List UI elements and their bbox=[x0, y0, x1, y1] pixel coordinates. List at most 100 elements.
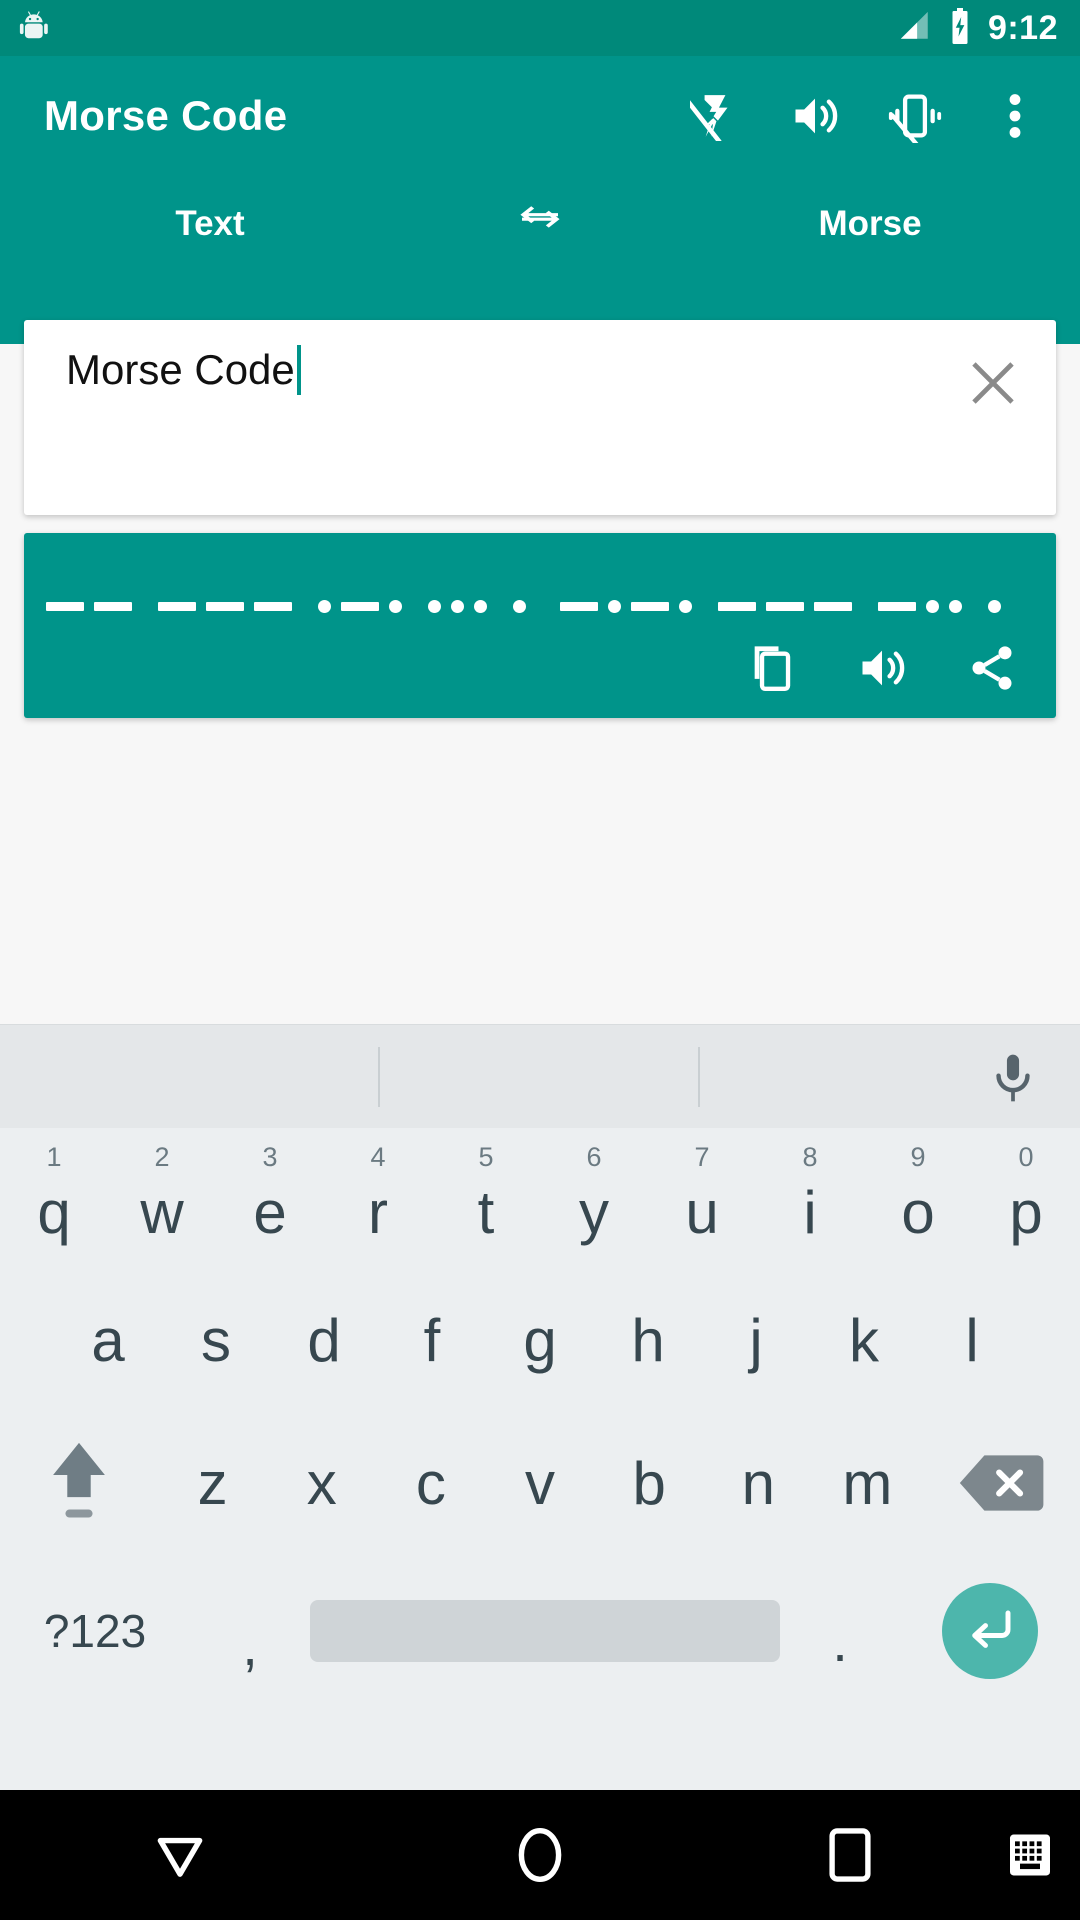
recents-square-icon[interactable] bbox=[720, 1824, 980, 1886]
morse-letter bbox=[513, 599, 526, 613]
key-m[interactable]: m bbox=[813, 1408, 922, 1558]
key-label: u bbox=[685, 1178, 719, 1246]
key-enter[interactable] bbox=[900, 1558, 1080, 1704]
key-e[interactable]: 3e bbox=[216, 1136, 324, 1272]
morse-letter bbox=[318, 599, 402, 613]
battery-charging-icon bbox=[946, 7, 974, 49]
morse-letter bbox=[560, 599, 692, 613]
key-a[interactable]: a bbox=[54, 1272, 162, 1408]
key-space[interactable] bbox=[310, 1558, 780, 1704]
tab-morse[interactable]: Morse bbox=[660, 204, 1080, 244]
key-j[interactable]: j bbox=[702, 1272, 810, 1408]
key-v[interactable]: v bbox=[485, 1408, 594, 1558]
key-hint: 2 bbox=[154, 1142, 170, 1172]
key-r[interactable]: 4r bbox=[324, 1136, 432, 1272]
share-icon[interactable] bbox=[964, 640, 1020, 696]
key-o[interactable]: 9o bbox=[864, 1136, 972, 1272]
clear-input-button[interactable] bbox=[948, 338, 1038, 428]
volume-up-icon[interactable] bbox=[788, 89, 842, 143]
morse-output-card[interactable] bbox=[24, 533, 1056, 718]
key-symbols[interactable]: ?123 bbox=[0, 1558, 190, 1704]
key-label: i bbox=[803, 1178, 817, 1246]
text-cursor bbox=[296, 345, 301, 395]
backspace-icon[interactable] bbox=[922, 1408, 1080, 1558]
key-z[interactable]: z bbox=[158, 1408, 267, 1558]
key-label: r bbox=[368, 1178, 388, 1246]
key-f[interactable]: f bbox=[378, 1272, 486, 1408]
vibration-off-icon[interactable] bbox=[888, 89, 942, 143]
volume-up-icon[interactable] bbox=[854, 640, 910, 696]
suggestion-strip[interactable] bbox=[0, 1024, 1080, 1128]
flash-off-icon[interactable] bbox=[688, 89, 742, 143]
key-i[interactable]: 8i bbox=[756, 1136, 864, 1272]
suggestion-divider bbox=[698, 1047, 700, 1107]
status-bar-right: 9:12 bbox=[898, 7, 1058, 49]
morse-letter bbox=[428, 599, 487, 613]
key-hint: 6 bbox=[586, 1142, 602, 1172]
key-hint: 8 bbox=[802, 1142, 818, 1172]
shift-arrow-icon[interactable] bbox=[0, 1408, 158, 1558]
key-hint: 3 bbox=[262, 1142, 278, 1172]
key-u[interactable]: 7u bbox=[648, 1136, 756, 1272]
key-g[interactable]: g bbox=[486, 1272, 594, 1408]
key-k[interactable]: k bbox=[810, 1272, 918, 1408]
key-t[interactable]: 5t bbox=[432, 1136, 540, 1272]
key-label: v bbox=[524, 1449, 555, 1517]
key-b[interactable]: b bbox=[595, 1408, 704, 1558]
key-label: x bbox=[306, 1449, 337, 1517]
key-d[interactable]: d bbox=[270, 1272, 378, 1408]
key-y[interactable]: 6y bbox=[540, 1136, 648, 1272]
microphone-icon[interactable] bbox=[982, 1047, 1044, 1109]
copy-icon[interactable] bbox=[744, 640, 800, 696]
android-bugdroid-icon bbox=[18, 7, 56, 50]
key-label: h bbox=[631, 1306, 665, 1374]
keyboard-switcher-icon[interactable] bbox=[980, 1830, 1080, 1880]
morse-letter bbox=[988, 599, 1001, 613]
key-label: p bbox=[1009, 1178, 1043, 1246]
key-q[interactable]: 1q bbox=[0, 1136, 108, 1272]
text-input-field[interactable]: Morse Code bbox=[24, 320, 948, 395]
key-l[interactable]: l bbox=[918, 1272, 1026, 1408]
key-label: f bbox=[423, 1306, 441, 1374]
morse-letter bbox=[46, 601, 132, 611]
phone-screen: 9:12 Morse Code Text Morse Morse Code 1 … bbox=[0, 0, 1080, 1920]
key-s[interactable]: s bbox=[162, 1272, 270, 1408]
suggestion-divider bbox=[378, 1047, 380, 1107]
key-label: e bbox=[253, 1178, 287, 1246]
text-input-card[interactable]: Morse Code bbox=[24, 320, 1056, 515]
key-x[interactable]: x bbox=[267, 1408, 376, 1558]
key-n[interactable]: n bbox=[704, 1408, 813, 1558]
key-label: c bbox=[415, 1449, 446, 1517]
key-c[interactable]: c bbox=[376, 1408, 485, 1558]
morse-letter bbox=[158, 601, 292, 611]
status-bar-left bbox=[18, 7, 56, 50]
text-input-value: Morse Code bbox=[66, 346, 295, 393]
back-down-icon[interactable] bbox=[0, 1824, 360, 1886]
key-h[interactable]: h bbox=[594, 1272, 702, 1408]
home-circle-icon[interactable] bbox=[360, 1824, 720, 1886]
key-label: j bbox=[749, 1306, 763, 1374]
key-label: a bbox=[91, 1306, 125, 1374]
key-p[interactable]: 0p bbox=[972, 1136, 1080, 1272]
key-label: y bbox=[579, 1178, 609, 1246]
system-navigation-bar bbox=[0, 1790, 1080, 1920]
keyboard-row-1: 1q 2w 3e 4r 5t 6y 7u 8i 9o 0p bbox=[0, 1136, 1080, 1272]
key-hint: 7 bbox=[694, 1142, 710, 1172]
spacebar-surface bbox=[310, 1600, 780, 1662]
tab-text[interactable]: Text bbox=[0, 204, 420, 244]
app-title: Morse Code bbox=[44, 92, 288, 139]
key-comma[interactable]: , bbox=[190, 1558, 310, 1704]
key-hint: 9 bbox=[910, 1142, 926, 1172]
key-period[interactable]: . bbox=[780, 1558, 900, 1704]
enter-return-icon bbox=[942, 1583, 1038, 1679]
status-bar: 9:12 bbox=[0, 0, 1080, 56]
key-label: m bbox=[842, 1449, 893, 1517]
app-bar: Morse Code bbox=[0, 56, 1080, 176]
key-label: n bbox=[741, 1449, 775, 1517]
signal-icon bbox=[898, 9, 932, 48]
overflow-menu-icon[interactable] bbox=[988, 89, 1042, 143]
key-w[interactable]: 2w bbox=[108, 1136, 216, 1272]
morse-letter bbox=[878, 599, 962, 613]
swap-horizontal-icon[interactable] bbox=[420, 197, 660, 251]
keyboard-row-3: z x c v b n m bbox=[0, 1408, 1080, 1558]
